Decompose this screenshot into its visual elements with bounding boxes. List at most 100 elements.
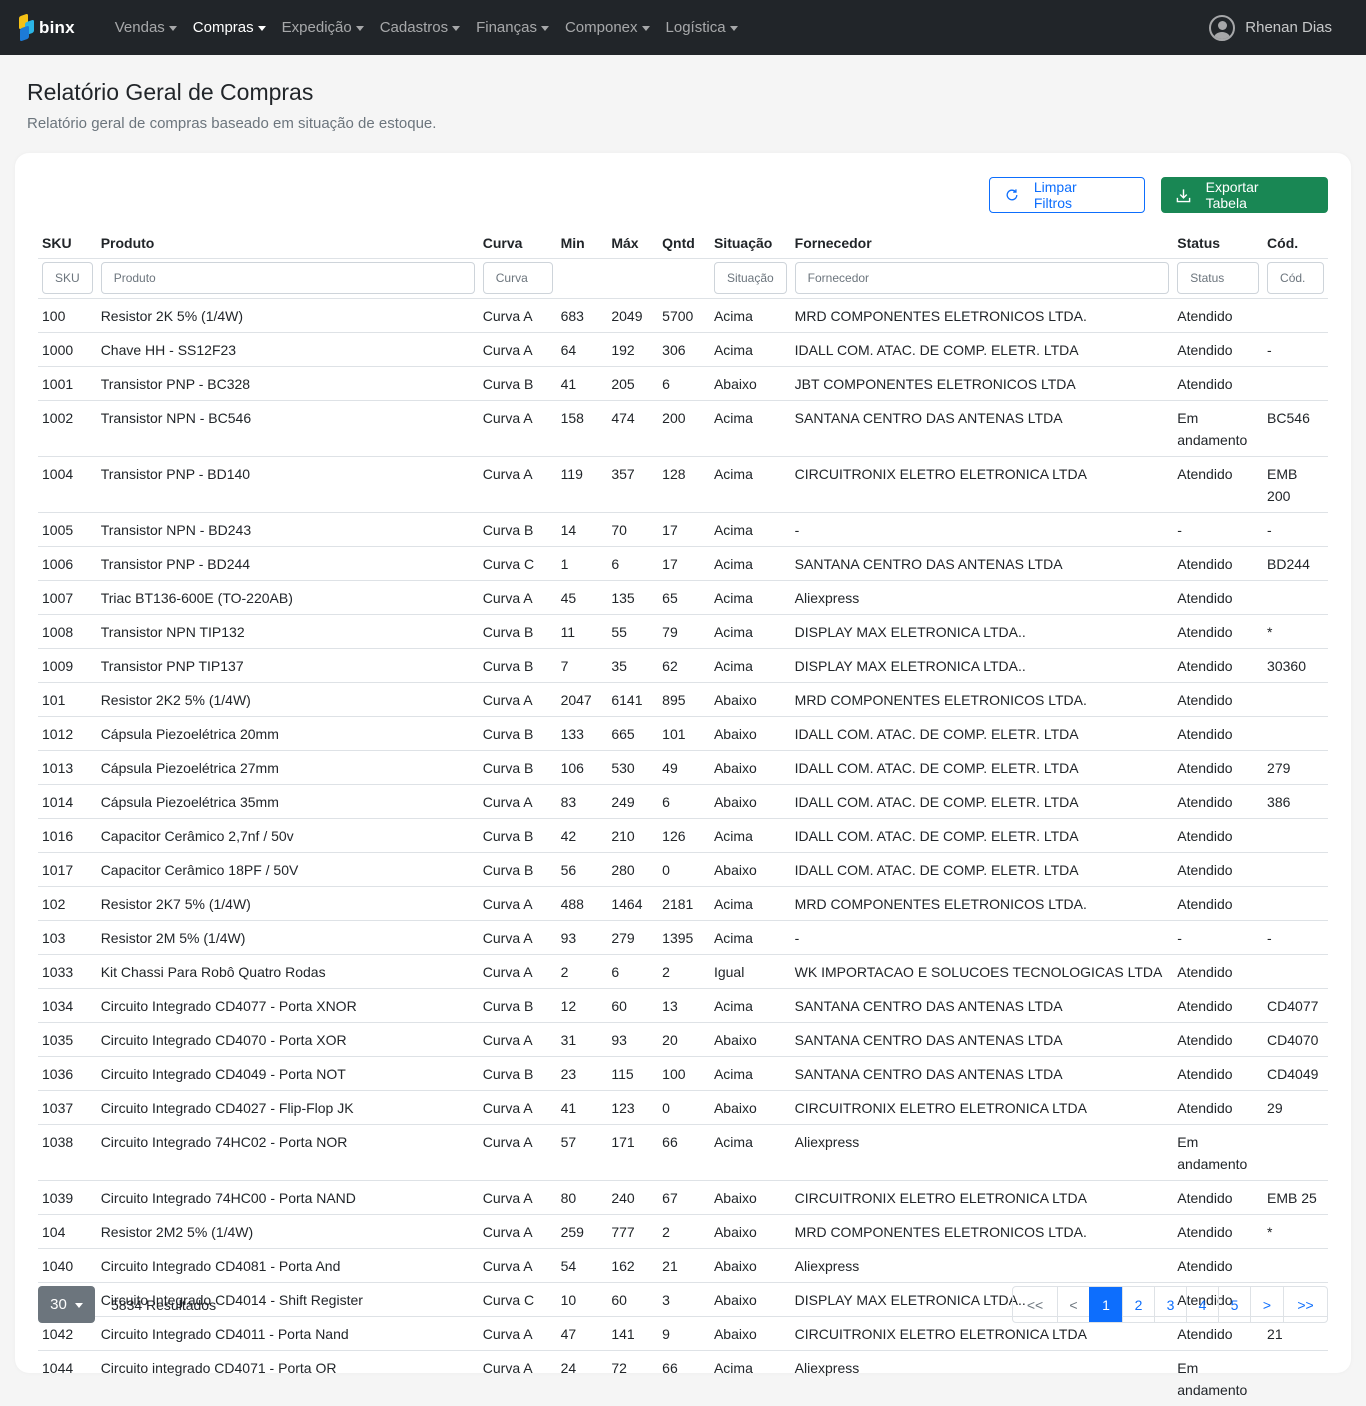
table-row[interactable]: 1012 Cápsula Piezoelétrica 20mm Curva B 133… <box>38 715 1328 750</box>
nav-item-compras[interactable]: Compras <box>185 19 274 36</box>
nav-item-vendas[interactable]: Vendas <box>107 19 185 36</box>
table-row[interactable]: 1007 Triac BT136-600E (TO-220AB) Curva A 45… <box>38 579 1328 614</box>
table-row[interactable]: 104 Resistor 2M2 5% (1/4W) Curva A 259 777 2 A… <box>38 1213 1328 1248</box>
header-curva[interactable]: Curva <box>479 228 557 258</box>
cell-curva: Curva A <box>478 1349 557 1406</box>
cell-cod: - <box>1263 511 1328 546</box>
table-row[interactable]: 1000 Chave HH - SS12F23 Curva A 64 192 306 Aci… <box>38 331 1328 366</box>
page-size-dropdown[interactable]: 30 <box>38 1286 95 1323</box>
cell-qntd: 13 <box>658 987 710 1022</box>
table-row[interactable]: 1035 Circuito Integrado CD4070 - Porta XO… <box>38 1021 1328 1056</box>
cell-status: Atendido <box>1173 331 1264 366</box>
nav-item-cadastros[interactable]: Cadastros <box>372 19 468 36</box>
cell-sku: 103 <box>38 919 97 954</box>
cell-curva: Curva B <box>478 851 557 886</box>
page-button-first[interactable]: << <box>1013 1287 1057 1322</box>
cell-curva: Curva A <box>478 1179 557 1214</box>
header-produto[interactable]: Produto <box>97 228 479 258</box>
table-row[interactable]: 1034 Circuito Integrado CD4077 - Porta XN… <box>38 987 1328 1022</box>
nav-item-label: Compras <box>192 19 254 36</box>
table-row[interactable]: 1036 Circuito Integrado CD4049 - Porta NO… <box>38 1055 1328 1090</box>
binx-logo[interactable]: binx <box>18 12 75 42</box>
page-button-prev[interactable]: < <box>1057 1287 1089 1322</box>
header-status[interactable]: Status <box>1173 228 1263 258</box>
table-row[interactable]: 1014 Cápsula Piezoelétrica 35mm Curva A 83 2… <box>38 783 1328 818</box>
cell-situacao: Acima <box>709 579 791 614</box>
binx-logo-icon <box>18 12 36 42</box>
cell-curva: Curva A <box>478 1247 557 1282</box>
table-row[interactable]: 1001 Transistor PNP - BC328 Curva B 41 205 6 A… <box>38 365 1328 400</box>
header-min[interactable]: Min <box>557 228 608 258</box>
cod-filter-input[interactable]: Cód. <box>1267 261 1324 294</box>
page-button-3[interactable]: 3 <box>1154 1287 1186 1322</box>
cell-sku: 1033 <box>38 953 97 988</box>
cell-cod: - <box>1263 919 1328 954</box>
cell-cod <box>1263 365 1328 400</box>
table-row[interactable]: 1005 Transistor NPN - BD243 Curva B 14 70 17 A… <box>38 511 1328 546</box>
cell-curva: Curva A <box>478 681 557 716</box>
page-button-5[interactable]: 5 <box>1218 1287 1250 1322</box>
header-cod[interactable]: Cód. <box>1263 228 1328 258</box>
curva-filter-input[interactable]: Curva <box>482 261 553 294</box>
cell-qntd: 49 <box>658 749 710 784</box>
cell-status: Atendido <box>1173 817 1264 852</box>
page-button-next[interactable]: > <box>1250 1287 1283 1322</box>
header-sku[interactable]: SKU <box>38 228 97 258</box>
table-row[interactable]: 102 Resistor 2K7 5% (1/4W) Curva A 488 1464 2… <box>38 885 1328 920</box>
header-max[interactable]: Máx <box>607 228 658 258</box>
page-button-last[interactable]: >> <box>1283 1287 1327 1322</box>
export-table-button[interactable]: Exportar Tabela <box>1161 177 1328 213</box>
nav-item-logistica[interactable]: Logística <box>658 19 746 36</box>
nav-item-financas[interactable]: Finanças <box>468 19 557 36</box>
page-button-2[interactable]: 2 <box>1122 1287 1154 1322</box>
header-fornecedor[interactable]: Fornecedor <box>791 228 1174 258</box>
table-row[interactable]: 1004 Transistor PNP - BD140 Curva A 119 357 1… <box>38 455 1328 512</box>
table-row[interactable]: 1044 Circuito integrado CD4071 - Porta OR… <box>38 1349 1328 1406</box>
cell-qntd: 2181 <box>658 885 710 920</box>
cell-fornecedor: Aliexpress <box>790 1247 1174 1282</box>
table-row[interactable]: 1033 Kit Chassi Para Robô Quatro Rodas Cur… <box>38 953 1328 988</box>
table-row[interactable]: 1008 Transistor NPN TIP132 Curva B 11 55 79 Ac… <box>38 613 1328 648</box>
clear-filters-button[interactable]: Limpar Filtros <box>989 177 1145 213</box>
table-row[interactable]: 1013 Cápsula Piezoelétrica 27mm Curva B 106… <box>38 749 1328 784</box>
cell-situacao: Acima <box>709 1123 791 1180</box>
table-row[interactable]: 1038 Circuito Integrado 74HC02 - Porta NO… <box>38 1123 1328 1180</box>
cell-max: 1464 <box>607 885 659 920</box>
fornecedor-filter-input[interactable]: Fornecedor <box>794 261 1170 294</box>
table-row[interactable]: 103 Resistor 2M 5% (1/4W) Curva A 93 279 1395… <box>38 919 1328 954</box>
nav-item-expedicao[interactable]: Expedição <box>274 19 372 36</box>
cell-situacao: Acima <box>709 817 791 852</box>
page-button-1[interactable]: 1 <box>1089 1287 1122 1322</box>
header-qntd[interactable]: Qntd <box>658 228 710 258</box>
cell-status: Atendido <box>1173 579 1264 614</box>
table-row[interactable]: 101 Resistor 2K2 5% (1/4W) Curva A 2047 6141… <box>38 681 1328 716</box>
chevron-down-icon <box>452 25 461 31</box>
nav-item-label: Finanças <box>476 19 537 36</box>
status-filter-input[interactable]: Status <box>1177 261 1260 294</box>
table-row[interactable]: 1017 Capacitor Cerâmico 18PF / 50V Curva B… <box>38 851 1328 886</box>
table-row[interactable]: 1039 Circuito Integrado 74HC00 - Porta NA… <box>38 1179 1328 1214</box>
cell-cod <box>1263 579 1328 614</box>
cell-qntd: 17 <box>658 545 710 580</box>
nav-item-componex[interactable]: Componex <box>557 19 658 36</box>
cell-produto: Transistor NPN - BC546 <box>96 399 479 456</box>
produto-filter-input[interactable]: Produto <box>100 261 475 294</box>
table-row[interactable]: 1006 Transistor PNP - BD244 Curva C 1 6 17 Aci… <box>38 545 1328 580</box>
table-row[interactable]: 1002 Transistor NPN - BC546 Curva A 158 474 2… <box>38 399 1328 456</box>
page-button-4[interactable]: 4 <box>1186 1287 1218 1322</box>
cell-situacao: Acima <box>709 613 791 648</box>
situacao-filter-input[interactable]: Situação <box>713 261 787 294</box>
cell-situacao: Acima <box>709 987 791 1022</box>
table-row[interactable]: 100 Resistor 2K 5% (1/4W) Curva A 683 2049 57… <box>38 297 1328 332</box>
sku-filter-input[interactable]: SKU <box>42 261 93 294</box>
table-row[interactable]: 1009 Transistor PNP TIP137 Curva B 7 35 62 Aci… <box>38 647 1328 682</box>
table-row[interactable]: 1037 Circuito Integrado CD4027 - Flip-Flo… <box>38 1089 1328 1124</box>
header-situacao[interactable]: Situação <box>710 228 791 258</box>
table-row[interactable]: 1040 Circuito Integrado CD4081 - Porta An… <box>38 1247 1328 1282</box>
cell-qntd: 62 <box>658 647 710 682</box>
user-menu[interactable]: Rhenan Dias <box>1209 14 1332 41</box>
table-row[interactable]: 1016 Capacitor Cerâmico 2,7nf / 50v Curva … <box>38 817 1328 852</box>
cell-curva: Curva B <box>478 715 557 750</box>
cell-status: Atendido <box>1173 647 1264 682</box>
cell-sku: 1002 <box>38 399 97 456</box>
